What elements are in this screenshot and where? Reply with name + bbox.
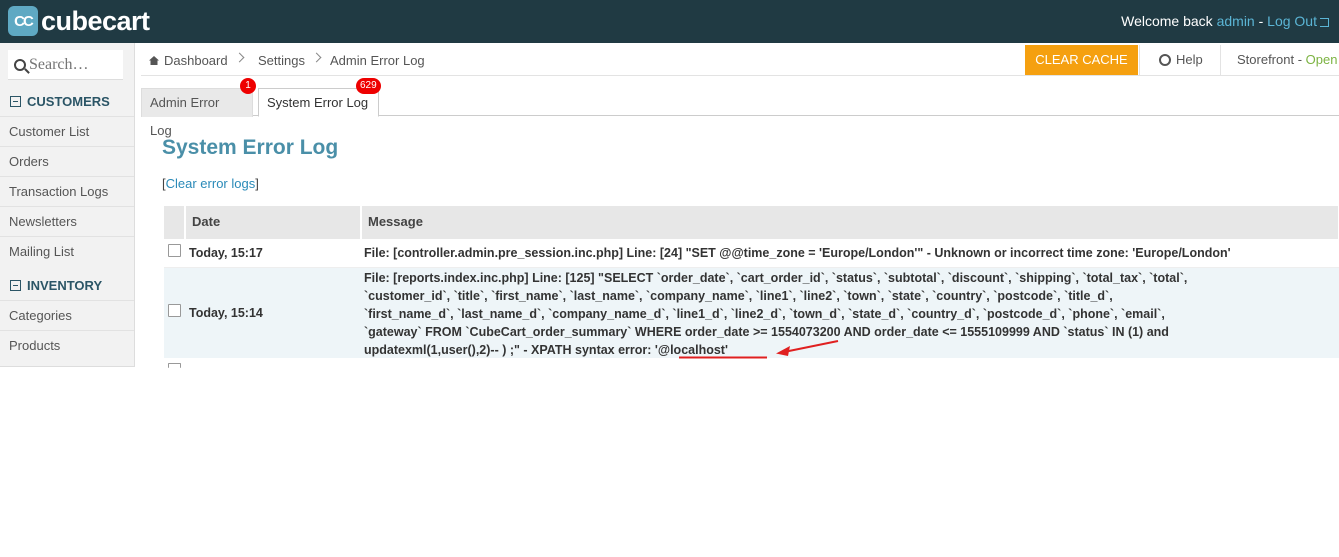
row-date: Today, 15:17 — [189, 246, 263, 260]
column-header-message: Message — [362, 206, 1339, 239]
sidebar-item-customer-list[interactable]: Customer List — [0, 116, 134, 146]
logout-icon — [1320, 18, 1329, 27]
breadcrumb-dashboard[interactable]: Dashboard — [149, 53, 228, 68]
header-select-column — [164, 206, 185, 239]
sidebar-item-transaction-logs[interactable]: Transaction Logs — [0, 176, 134, 206]
table-row: Today, 15:17 File: [controller.admin.pre… — [164, 239, 1339, 268]
top-header: CC cubecart Welcome back admin - Log Out — [0, 0, 1339, 43]
sidebar-item-categories[interactable]: Categories — [0, 300, 134, 330]
chevron-right-icon — [311, 52, 322, 63]
tab-label: Admin Error Log — [150, 95, 220, 138]
page-title: System Error Log — [162, 136, 339, 159]
cubecart-logo[interactable]: CC cubecart — [8, 5, 150, 37]
tab-admin-error-log[interactable]: Admin Error Log — [141, 88, 253, 138]
tab-badge-admin: 1 — [240, 78, 256, 94]
sidebar-bottom-divider — [0, 366, 135, 367]
row-checkbox[interactable] — [168, 363, 181, 368]
bracket-close: ] — [255, 176, 259, 191]
search-box[interactable] — [8, 50, 123, 80]
collapse-icon — [10, 96, 21, 107]
row-checkbox[interactable] — [168, 304, 181, 317]
tab-label: System Error Log — [267, 95, 369, 110]
message-line: `first_name_d`, `last_name_d`, `company_… — [364, 307, 1165, 321]
clear-error-logs-link[interactable]: Clear error logs — [166, 176, 256, 191]
logo-mark-icon: CC — [8, 6, 38, 36]
tab-badge-system: 629 — [356, 78, 381, 94]
username-link[interactable]: admin — [1217, 13, 1255, 29]
row-checkbox[interactable] — [168, 244, 181, 257]
sidebar-section-customers[interactable]: CUSTOMERS — [10, 94, 110, 109]
search-input[interactable] — [29, 55, 119, 74]
annotation-arrow — [679, 340, 839, 359]
message-line: `customer_id`, `title`, `first_name`, `l… — [364, 289, 1113, 303]
sidebar-item-newsletters[interactable]: Newsletters — [0, 206, 134, 236]
help-button[interactable]: Help — [1139, 45, 1219, 75]
logo-text: cubecart — [41, 5, 150, 36]
storefront-open-link[interactable]: Open — [1306, 52, 1338, 67]
sidebar-item-orders[interactable]: Orders — [0, 146, 134, 176]
section-title: INVENTORY — [27, 278, 103, 293]
storefront-label: Storefront - — [1237, 52, 1306, 67]
sidebar-item-mailing-list[interactable]: Mailing List — [0, 236, 134, 266]
logout-label: Log Out — [1267, 13, 1317, 29]
home-icon — [149, 56, 159, 65]
sidebar-item-products[interactable]: Products — [0, 330, 134, 360]
search-icon — [14, 58, 26, 71]
row-date: Today, 15:14 — [189, 306, 263, 320]
breadcrumb-label: Dashboard — [164, 53, 228, 68]
logout-link[interactable]: Log Out — [1267, 13, 1329, 29]
breadcrumb-settings[interactable]: Settings — [258, 53, 305, 68]
sidebar-section-inventory[interactable]: INVENTORY — [10, 278, 102, 293]
annotation-arrowhead — [776, 346, 790, 356]
collapse-icon — [10, 280, 21, 291]
breadcrumb-admin-error-log[interactable]: Admin Error Log — [330, 53, 425, 68]
column-header-date: Date — [186, 206, 361, 239]
welcome-separator: - — [1254, 13, 1268, 29]
clear-error-logs: [Clear error logs] — [162, 176, 259, 191]
welcome-text: Welcome back admin - Log Out — [1121, 13, 1329, 29]
welcome-prefix: Welcome back — [1121, 13, 1217, 29]
help-label: Help — [1176, 52, 1203, 67]
lifebuoy-icon — [1159, 54, 1171, 66]
section-title: CUSTOMERS — [27, 94, 110, 109]
storefront-status[interactable]: Storefront - Open — [1220, 45, 1339, 75]
row-message: File: [controller.admin.pre_session.inc.… — [364, 246, 1231, 260]
annotation-arrow-line — [783, 340, 839, 353]
clear-cache-button[interactable]: CLEAR CACHE — [1025, 45, 1138, 75]
sidebar: CUSTOMERS Customer List Orders Transacti… — [0, 43, 135, 367]
message-line: File: [reports.index.inc.php] Line: [125… — [364, 271, 1188, 285]
chevron-right-icon — [234, 52, 245, 63]
